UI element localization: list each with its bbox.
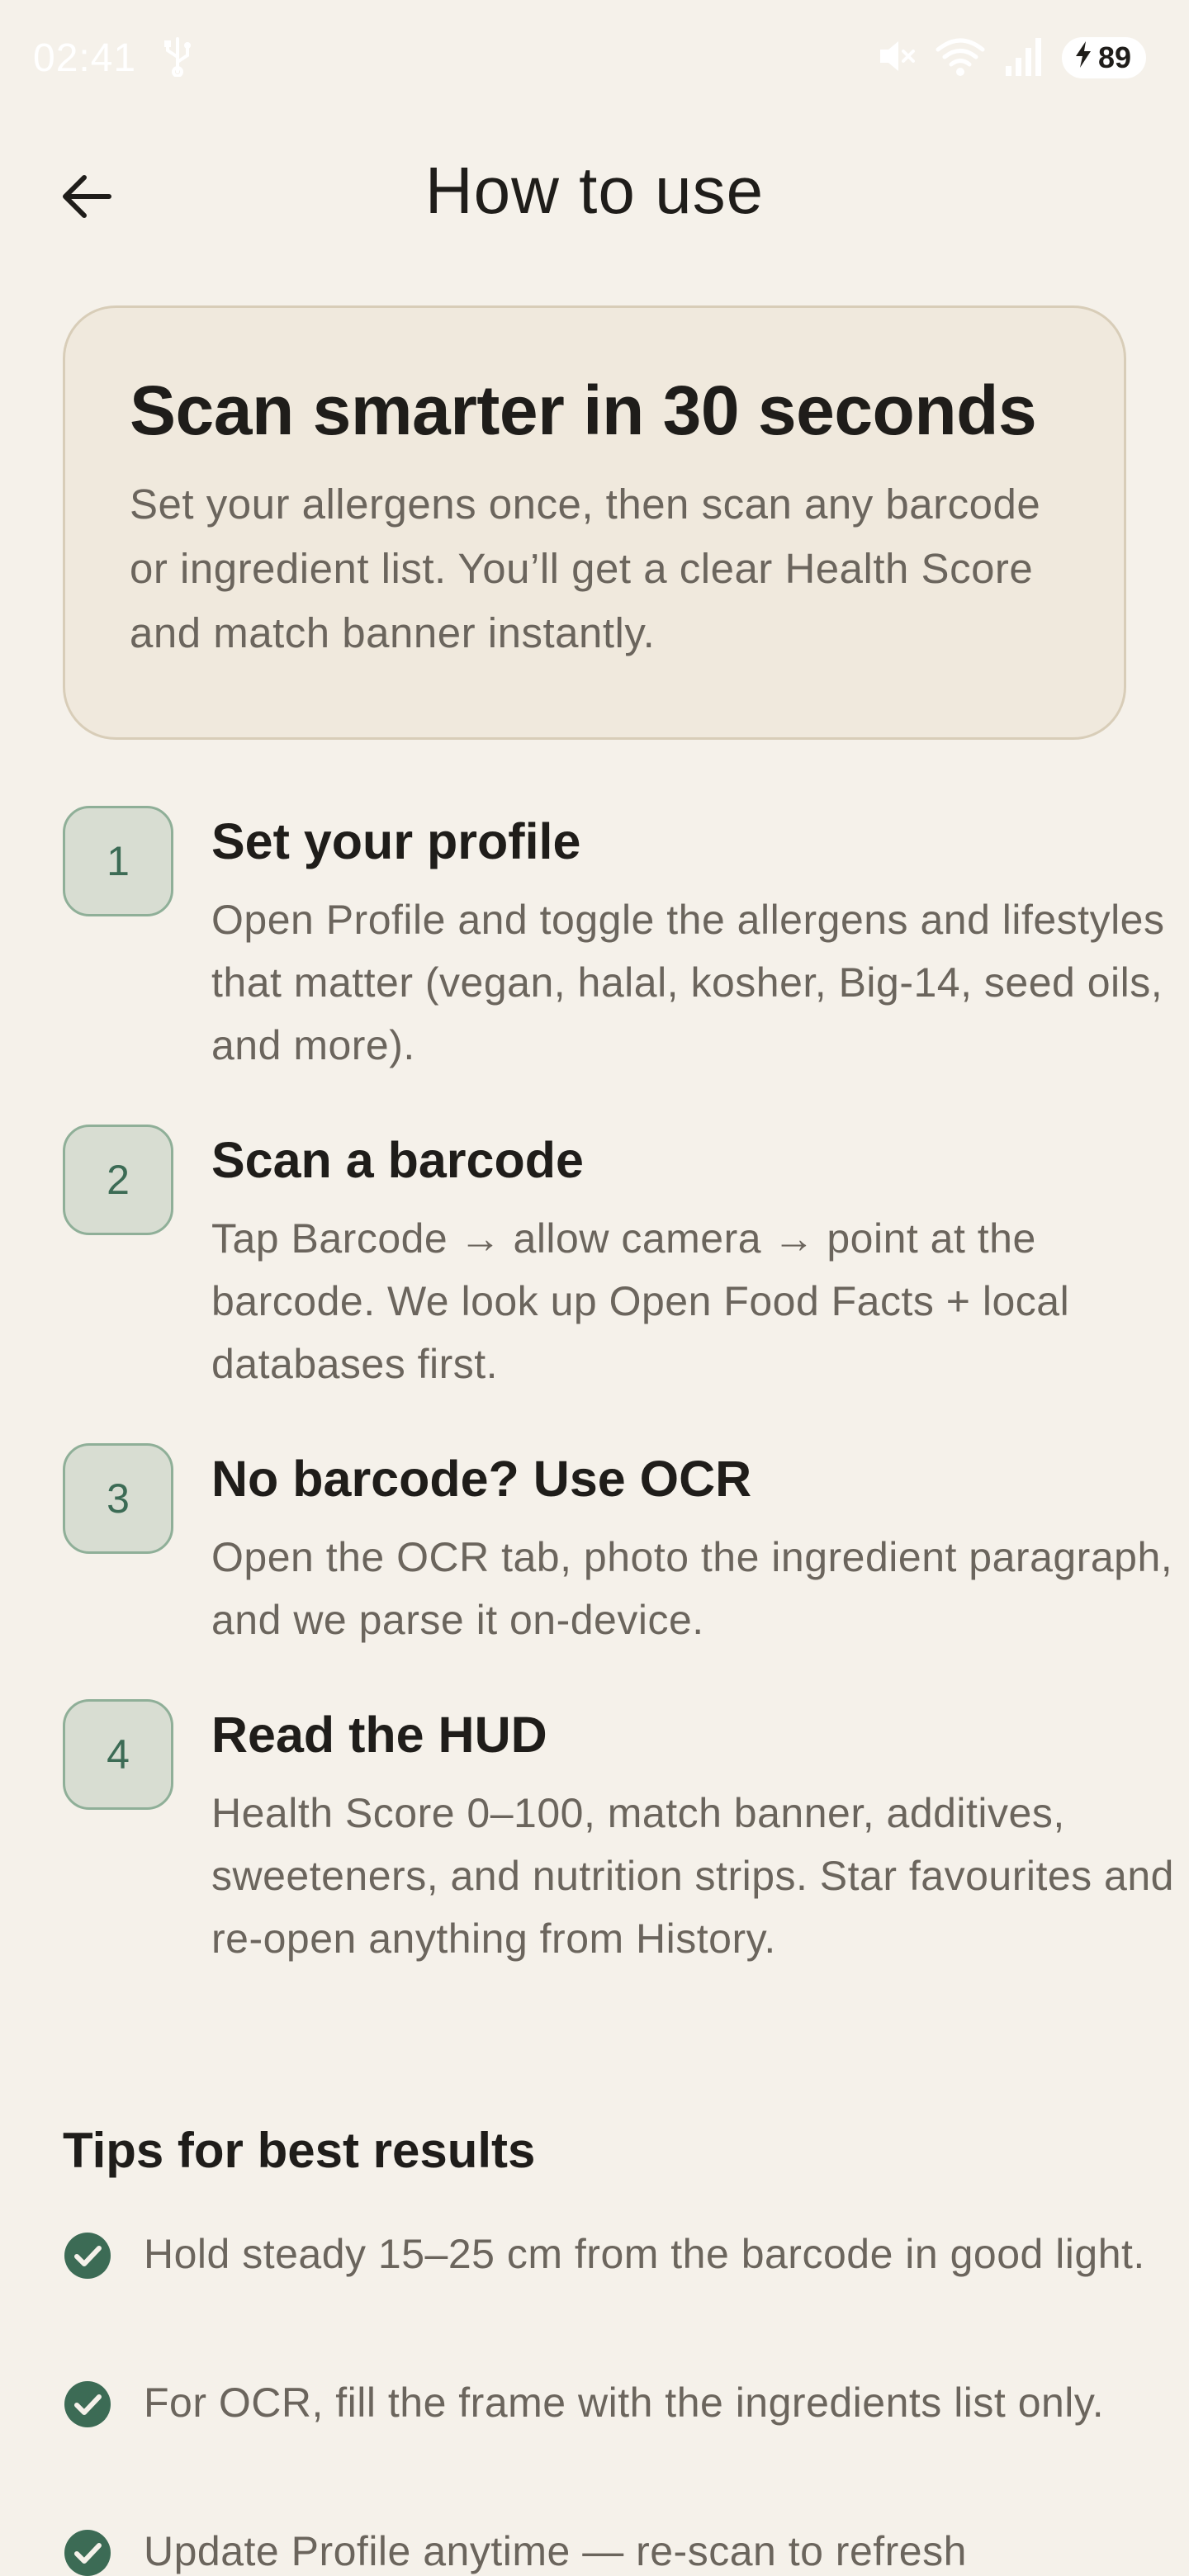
step-title: Read the HUD bbox=[211, 1707, 547, 1763]
battery-indicator: 89 bbox=[1061, 37, 1146, 78]
tip-text: Update Profile anytime — re-scan to refr… bbox=[144, 2528, 967, 2574]
usb-icon bbox=[161, 36, 194, 81]
tip-text: Hold steady 15–25 cm from the barcode in… bbox=[144, 2231, 1145, 2277]
app-bar: How to use bbox=[0, 132, 1189, 256]
check-circle-icon bbox=[63, 2379, 112, 2429]
step-description: Health Score 0–100, match banner, additi… bbox=[211, 1790, 1174, 1962]
step-description: Tap Barcode → allow camera → point at th… bbox=[211, 1215, 1070, 1387]
step-title: Set your profile bbox=[211, 813, 581, 869]
status-left: 02:41 bbox=[33, 36, 194, 81]
step-number-badge: 4 bbox=[63, 1699, 173, 1810]
mute-icon bbox=[874, 35, 917, 82]
hero-title: Scan smarter in 30 seconds bbox=[130, 372, 1037, 449]
signal-icon bbox=[1004, 35, 1044, 82]
step-description: Open Profile and toggle the allergens an… bbox=[211, 897, 1165, 1068]
check-circle-icon bbox=[63, 2231, 112, 2280]
tip-text: For OCR, fill the frame with the ingredi… bbox=[144, 2379, 1105, 2426]
hero-text: Set your allergens once, then scan any b… bbox=[130, 480, 1041, 656]
battery-level: 89 bbox=[1097, 40, 1131, 74]
how-to-use-screen: 02:41 89 How to use Scan smarter in 30 s… bbox=[0, 0, 1189, 2576]
step-number-badge: 3 bbox=[63, 1443, 173, 1554]
tips-heading: Tips for best results bbox=[63, 2123, 536, 2178]
step-number-badge: 2 bbox=[63, 1125, 173, 1235]
status-right: 89 bbox=[874, 35, 1146, 82]
wifi-icon bbox=[935, 35, 986, 82]
check-circle-icon bbox=[63, 2528, 112, 2576]
step-number-badge: 1 bbox=[63, 806, 173, 916]
battery-charging-icon bbox=[1073, 40, 1093, 77]
page-title: How to use bbox=[424, 154, 765, 227]
step-title: No barcode? Use OCR bbox=[211, 1451, 752, 1507]
step-description: Open the OCR tab, photo the ingredient p… bbox=[211, 1534, 1173, 1643]
status-bar: 02:41 89 bbox=[0, 0, 1189, 116]
step-title: Scan a barcode bbox=[211, 1132, 584, 1188]
hero-card: Scan smarter in 30 seconds Set your alle… bbox=[63, 305, 1126, 740]
status-time: 02:41 bbox=[33, 36, 137, 80]
